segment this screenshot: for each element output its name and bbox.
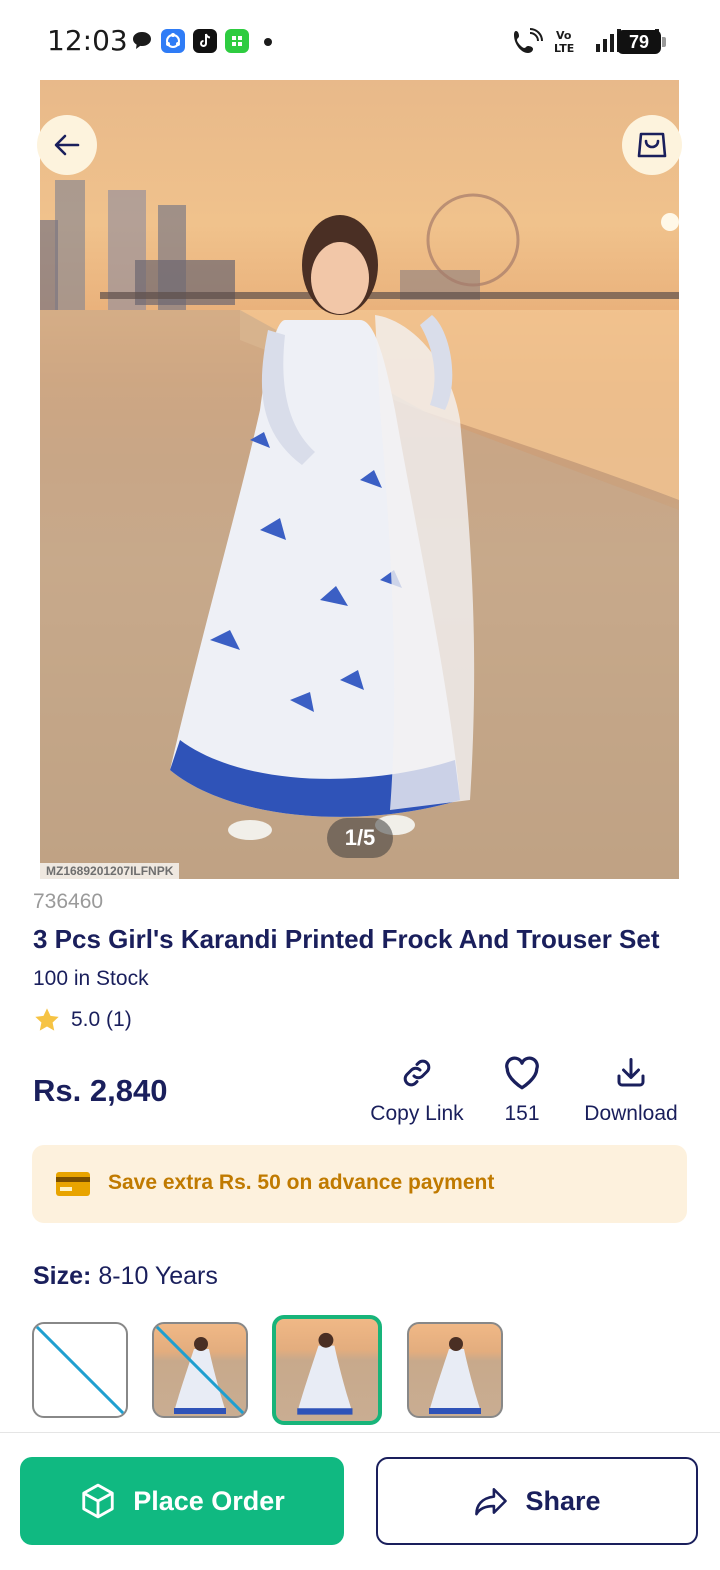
share-button[interactable]: Share — [376, 1457, 698, 1545]
place-order-label: Place Order — [133, 1485, 285, 1516]
product-photo — [40, 180, 679, 879]
rating: 5.0 (1) — [33, 1006, 132, 1034]
price: Rs. 2,840 — [33, 1073, 168, 1108]
place-order-button[interactable]: Place Order — [20, 1457, 344, 1545]
promo-text: Save extra Rs. 50 on advance payment — [108, 1171, 495, 1194]
download-label: Download — [584, 1102, 678, 1125]
arrow-left-icon — [54, 134, 80, 156]
volte-icon: VoLTE — [554, 29, 574, 54]
cart-button[interactable] — [622, 115, 682, 175]
download-button[interactable]: Download — [572, 1052, 690, 1126]
size-value: 8-10 Years — [98, 1262, 218, 1290]
product-image-gallery[interactable] — [40, 80, 679, 879]
sku-tag: MZ1689201207ILFNPK — [40, 863, 180, 880]
like-count: 151 — [504, 1102, 540, 1125]
credit-card-icon — [56, 1172, 90, 1196]
star-icon — [35, 1008, 59, 1031]
size-option-3-selected[interactable] — [272, 1315, 382, 1425]
product-id: 736460 — [33, 890, 104, 913]
blue-app-icon — [161, 29, 185, 53]
heart-icon — [505, 1056, 539, 1090]
size-selector-label: Size: 8-10 Years — [33, 1262, 218, 1291]
shopping-bag-icon — [637, 132, 667, 158]
box-icon — [82, 1483, 114, 1519]
svg-text:LTE: LTE — [554, 42, 574, 54]
advance-payment-banner: Save extra Rs. 50 on advance payment — [32, 1145, 687, 1223]
battery-indicator: 79 — [617, 30, 666, 54]
unavailable-slash-icon — [34, 1324, 126, 1416]
back-button[interactable] — [37, 115, 97, 175]
tiktok-icon — [193, 29, 217, 53]
size-label: Size: — [33, 1262, 92, 1290]
download-icon — [617, 1058, 645, 1087]
size-option-2-unavailable[interactable] — [152, 1322, 248, 1418]
bottom-action-bar: Place Order Share — [0, 1432, 720, 1570]
link-icon — [403, 1059, 431, 1087]
size-option-1-unavailable[interactable] — [32, 1322, 128, 1418]
variant-thumbnail — [429, 1337, 481, 1414]
stock-status: 100 in Stock — [33, 967, 149, 990]
like-button[interactable]: 151 — [492, 1052, 552, 1126]
share-label: Share — [525, 1485, 601, 1516]
svg-text:Vo: Vo — [556, 29, 572, 42]
copy-link-label: Copy Link — [370, 1102, 464, 1125]
size-option-4[interactable] — [407, 1322, 503, 1418]
share-arrow-icon — [475, 1488, 508, 1516]
rating-value: 5.0 (1) — [71, 1008, 132, 1031]
image-counter: 1/5 — [327, 818, 393, 858]
copy-link-button[interactable]: Copy Link — [362, 1052, 472, 1126]
wifi-call-icon — [514, 28, 543, 53]
product-title: 3 Pcs Girl's Karandi Printed Frock And T… — [33, 924, 660, 954]
green-app-icon — [225, 29, 249, 53]
status-bar: 12:03 Vo LTE 79 — [0, 0, 720, 80]
unavailable-slash-icon — [154, 1324, 246, 1416]
variant-thumbnail — [297, 1332, 353, 1415]
chat-bubble-icon — [130, 29, 154, 53]
notification-dot — [264, 38, 272, 46]
status-time: 12:03 — [47, 24, 128, 57]
